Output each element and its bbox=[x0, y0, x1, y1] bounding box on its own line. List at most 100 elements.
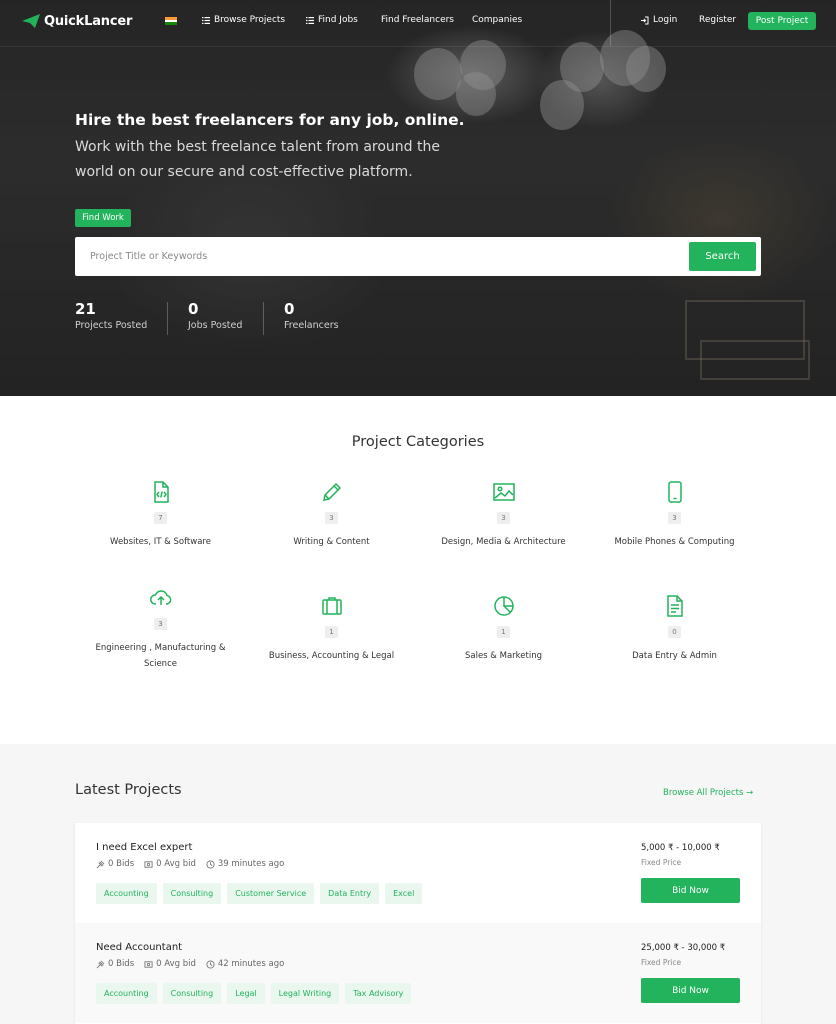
nav-find-freelancers-label: Find Freelancers bbox=[381, 15, 454, 25]
nav-browse-projects[interactable]: Browse Projects bbox=[202, 15, 285, 25]
categories-title: Project Categories bbox=[351, 434, 485, 450]
brand-name: QuickLancer bbox=[44, 13, 133, 29]
paper-plane-icon bbox=[22, 14, 40, 28]
category-count: 3 bbox=[154, 618, 167, 630]
category-count: 7 bbox=[154, 512, 167, 524]
sign-in-icon bbox=[641, 16, 649, 24]
nav-companies[interactable]: Companies bbox=[472, 15, 522, 25]
skill-tag[interactable]: Consulting bbox=[162, 983, 222, 1004]
posted-time: 39 minutes ago bbox=[206, 859, 284, 869]
money-icon bbox=[144, 960, 153, 968]
stat-label: Freelancers bbox=[284, 320, 339, 331]
bid-now-button[interactable]: Bid Now bbox=[641, 878, 740, 903]
category-data-entry-admin[interactable]: 0 Data Entry & Admin bbox=[589, 594, 760, 664]
skill-tag[interactable]: Legal bbox=[227, 983, 265, 1004]
skill-tag[interactable]: Accounting bbox=[96, 983, 157, 1004]
gavel-icon bbox=[96, 960, 105, 968]
hero-title: Hire the best freelancers for any job, o… bbox=[75, 111, 465, 129]
category-writing-content[interactable]: 3 Writing & Content bbox=[246, 480, 417, 550]
avg-bid-label: 0 Avg bid bbox=[156, 859, 196, 869]
skill-tag[interactable]: Data Entry bbox=[320, 883, 380, 904]
avg-bid: 0 Avg bid bbox=[144, 959, 196, 969]
list-icon bbox=[202, 16, 210, 24]
project-meta: 0 Bids 0 Avg bid 42 minutes ago bbox=[96, 959, 284, 969]
clock-icon bbox=[206, 859, 215, 869]
project-meta: 0 Bids 0 Avg bid 39 minutes ago bbox=[96, 859, 284, 869]
posted-time: 42 minutes ago bbox=[206, 959, 284, 969]
skill-tag[interactable]: Accounting bbox=[96, 883, 157, 904]
bids-label: 0 Bids bbox=[108, 859, 135, 869]
category-name: Business, Accounting & Legal bbox=[268, 651, 395, 661]
search-input[interactable] bbox=[90, 245, 670, 268]
skill-tag[interactable]: Tax Advisory bbox=[345, 983, 412, 1004]
price-type: Fixed Price bbox=[641, 858, 682, 867]
list-icon bbox=[306, 16, 314, 24]
bids-count: 0 Bids bbox=[96, 859, 134, 869]
stat-jobs-posted: 0 Jobs Posted bbox=[188, 300, 242, 331]
skill-tag[interactable]: Customer Service bbox=[227, 883, 315, 904]
category-count: 0 bbox=[668, 626, 681, 638]
project-title[interactable]: I need Excel expert bbox=[96, 842, 192, 853]
category-name: Sales & Marketing bbox=[464, 651, 543, 661]
hero-overlay bbox=[0, 0, 836, 396]
posted-time-label: 39 minutes ago bbox=[217, 859, 285, 869]
browse-all-projects-link[interactable]: Browse All Projects → bbox=[663, 788, 753, 798]
india-flag-icon[interactable] bbox=[165, 17, 177, 26]
category-name: Websites, IT & Software bbox=[110, 537, 211, 547]
category-count: 1 bbox=[325, 626, 338, 638]
nav-divider bbox=[610, 0, 611, 46]
pencil-icon bbox=[322, 482, 341, 501]
nav-find-freelancers[interactable]: Find Freelancers bbox=[381, 15, 454, 25]
stat-value: 21 bbox=[75, 300, 96, 318]
hero-subtitle: Work with the best freelance talent from… bbox=[75, 139, 440, 180]
post-project-button[interactable]: Post Project bbox=[748, 12, 816, 30]
stat-label: Projects Posted bbox=[75, 320, 148, 331]
money-icon bbox=[144, 860, 153, 868]
pie-chart-icon bbox=[493, 596, 514, 616]
category-sales-marketing[interactable]: 1 Sales & Marketing bbox=[418, 594, 589, 664]
category-business-accounting-legal[interactable]: 1 Business, Accounting & Legal bbox=[246, 594, 417, 664]
top-navbar: QuickLancer Browse Projects Find Jobs Fi… bbox=[0, 0, 836, 47]
project-price: 25,000 ₹ - 30,000 ₹ bbox=[641, 943, 726, 953]
category-name: Data Entry & Admin bbox=[632, 651, 717, 661]
nav-register[interactable]: Register bbox=[699, 15, 736, 25]
category-count: 3 bbox=[668, 512, 681, 524]
nav-login-label: Login bbox=[653, 15, 678, 25]
nav-find-jobs[interactable]: Find Jobs bbox=[306, 15, 358, 25]
gavel-icon bbox=[96, 860, 105, 868]
category-name: Design, Media & Architecture bbox=[441, 537, 566, 547]
posted-time-label: 42 minutes ago bbox=[217, 959, 285, 969]
mobile-phone-icon bbox=[667, 481, 682, 503]
stat-value: 0 bbox=[284, 300, 295, 318]
project-list: I need Excel expert 0 Bids 0 Avg bid 39 … bbox=[75, 823, 761, 1024]
bid-now-button[interactable]: Bid Now bbox=[641, 978, 740, 1003]
skill-tag[interactable]: Consulting bbox=[162, 883, 222, 904]
search-button[interactable]: Search bbox=[689, 242, 756, 271]
stat-freelancers: 0 Freelancers bbox=[284, 300, 339, 331]
avg-bid: 0 Avg bid bbox=[144, 859, 196, 869]
find-work-tab[interactable]: Find Work bbox=[75, 209, 131, 227]
category-mobile-phones-computing[interactable]: 3 Mobile Phones & Computing bbox=[589, 480, 760, 550]
header-divider bbox=[0, 46, 836, 47]
category-count: 1 bbox=[497, 626, 510, 638]
avg-bid-label: 0 Avg bid bbox=[156, 959, 196, 969]
project-title[interactable]: Need Accountant bbox=[96, 942, 182, 953]
nav-register-label: Register bbox=[699, 15, 737, 25]
logo[interactable]: QuickLancer bbox=[21, 13, 132, 29]
project-card[interactable]: Need Accountant 0 Bids 0 Avg bid 42 minu… bbox=[75, 923, 761, 1023]
category-name: Engineering , Manufacturing & Science bbox=[95, 643, 226, 669]
stat-projects-posted: 21 Projects Posted bbox=[75, 300, 147, 331]
stat-divider bbox=[167, 302, 168, 335]
category-name: Writing & Content bbox=[293, 537, 370, 547]
project-card[interactable]: I need Excel expert 0 Bids 0 Avg bid 39 … bbox=[75, 823, 761, 923]
project-tags: Accounting Consulting Customer Service D… bbox=[96, 883, 423, 904]
nav-login[interactable]: Login bbox=[640, 15, 677, 25]
category-design-media-architecture[interactable]: 3 Design, Media & Architecture bbox=[418, 480, 589, 550]
nav-companies-label: Companies bbox=[472, 15, 523, 25]
skill-tag[interactable]: Excel bbox=[385, 883, 423, 904]
bids-label: 0 Bids bbox=[108, 959, 135, 969]
document-icon bbox=[666, 595, 683, 617]
skill-tag[interactable]: Legal Writing bbox=[270, 983, 340, 1004]
category-engineering-manufacturing-science[interactable]: 3 Engineering , Manufacturing & Science bbox=[75, 586, 246, 672]
category-websites-it-software[interactable]: 7 Websites, IT & Software bbox=[75, 480, 246, 550]
